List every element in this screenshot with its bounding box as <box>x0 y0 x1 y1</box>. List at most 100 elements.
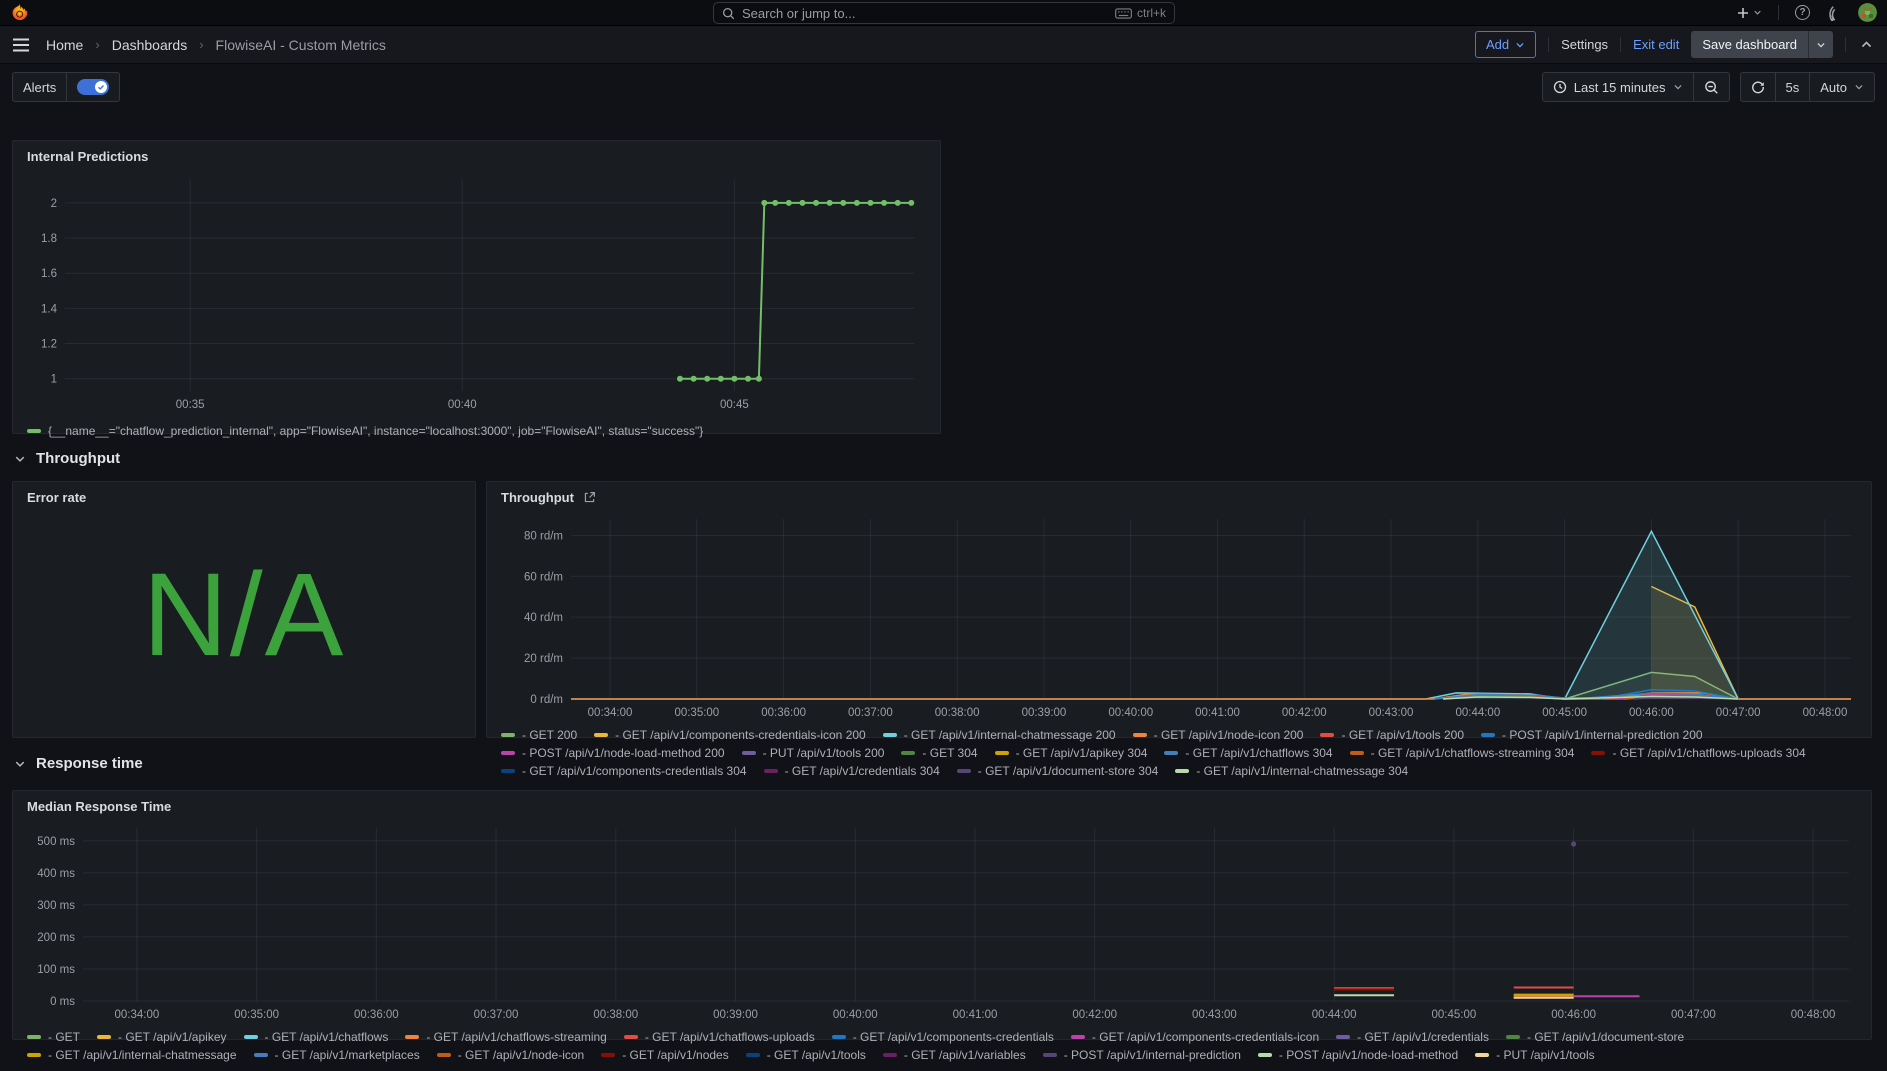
legend-item[interactable]: - GET /api/v1/tools <box>746 1048 866 1062</box>
svg-text:2: 2 <box>51 198 57 210</box>
legend-item[interactable]: - POST /api/v1/node-load-method 200 <box>501 746 725 760</box>
legend-label: - POST /api/v1/internal-prediction 200 <box>1502 728 1703 742</box>
legend-label: - GET /api/v1/chatflows-uploads 304 <box>1612 746 1805 760</box>
svg-text:00:41:00: 00:41:00 <box>1195 707 1240 719</box>
legend-label: - GET /api/v1/apikey 304 <box>1016 746 1148 760</box>
legend-label: - POST /api/v1/internal-prediction <box>1064 1048 1241 1062</box>
alerts-label: Alerts <box>13 73 66 101</box>
grafana-logo[interactable] <box>10 3 30 23</box>
legend-item[interactable]: - GET /api/v1/document-store 304 <box>957 764 1159 778</box>
chevron-down-icon <box>1673 82 1683 92</box>
legend-item[interactable]: - PUT /api/v1/tools <box>1475 1048 1594 1062</box>
svg-text:1.2: 1.2 <box>41 339 57 351</box>
legend-item[interactable]: - GET /api/v1/chatflows 304 <box>1164 746 1332 760</box>
avatar-image <box>1858 3 1877 22</box>
chevron-down-icon <box>14 453 26 465</box>
create-new-button[interactable] <box>1736 6 1762 20</box>
legend-item[interactable]: - GET /api/v1/nodes <box>601 1048 729 1062</box>
legend-item[interactable]: - GET 200 <box>501 728 577 742</box>
exit-edit-button[interactable]: Exit edit <box>1633 37 1679 52</box>
legend-swatch <box>1258 1053 1272 1057</box>
search-input[interactable]: Search or jump to... ctrl+k <box>713 2 1175 24</box>
section-throughput[interactable]: Throughput <box>14 450 120 467</box>
mega-menu-button[interactable] <box>12 38 30 52</box>
external-link-icon[interactable] <box>583 491 596 504</box>
legend-label: - GET /api/v1/document-store 304 <box>978 764 1159 778</box>
legend-item[interactable]: - PUT /api/v1/tools 200 <box>742 746 885 760</box>
zoom-out-button[interactable] <box>1693 73 1729 101</box>
legend-item[interactable]: - POST /api/v1/internal-prediction <box>1043 1048 1241 1062</box>
svg-text:500 ms: 500 ms <box>37 836 75 848</box>
svg-text:00:34:00: 00:34:00 <box>588 707 633 719</box>
refresh-button[interactable] <box>1741 73 1775 101</box>
settings-button[interactable]: Settings <box>1561 37 1608 52</box>
refresh-interval-label[interactable]: 5s <box>1775 73 1810 101</box>
search-shortcut: ctrl+k <box>1115 6 1166 20</box>
median-response-time-chart[interactable]: 0 ms100 ms200 ms300 ms400 ms500 ms00:34:… <box>19 816 1865 1027</box>
legend-label: - GET /api/v1/node-icon <box>458 1048 585 1062</box>
collapse-topbar-button[interactable] <box>1858 38 1875 51</box>
svg-text:00:47:00: 00:47:00 <box>1671 1009 1716 1021</box>
auto-refresh-dropdown[interactable]: Auto <box>1809 73 1874 101</box>
legend-item[interactable]: - GET /api/v1/node-icon 200 <box>1133 728 1304 742</box>
legend-label: - POST /api/v1/node-load-method <box>1279 1048 1458 1062</box>
legend-item[interactable]: - GET /api/v1/tools 200 <box>1320 728 1464 742</box>
legend-swatch <box>1133 733 1147 737</box>
panel-title-text: Internal Predictions <box>27 149 148 164</box>
svg-text:00:39:00: 00:39:00 <box>1022 707 1067 719</box>
breadcrumb-item-dashboards[interactable]: Dashboards <box>112 37 188 53</box>
svg-text:00:45:00: 00:45:00 <box>1432 1009 1477 1021</box>
legend-label: - GET /api/v1/components-credentials 304 <box>522 764 747 778</box>
time-range-group: Last 15 minutes <box>1542 72 1730 102</box>
chevron-right-icon: › <box>197 37 205 52</box>
throughput-chart[interactable]: 0 rd/m20 rd/m40 rd/m60 rd/m80 rd/m00:34:… <box>493 507 1865 725</box>
legend-item[interactable]: - GET /api/v1/marketplaces <box>254 1048 420 1062</box>
chevron-down-icon <box>1753 8 1762 17</box>
legend-item[interactable]: {__name__="chatflow_prediction_internal"… <box>27 424 703 438</box>
avatar[interactable] <box>1858 3 1877 22</box>
help-button[interactable]: ? <box>1795 5 1810 20</box>
alerts-toggle[interactable] <box>66 73 119 101</box>
news-button[interactable] <box>1826 5 1842 21</box>
legend-swatch <box>97 1035 111 1039</box>
legend-item[interactable]: - GET /api/v1/internal-chatmessage 304 <box>1175 764 1408 778</box>
legend-item[interactable]: - POST /api/v1/internal-prediction 200 <box>1481 728 1703 742</box>
save-dashboard-dropdown[interactable] <box>1808 31 1833 58</box>
legend-swatch <box>1071 1035 1085 1039</box>
svg-text:00:41:00: 00:41:00 <box>953 1009 998 1021</box>
legend-label: - GET /api/v1/credentials 304 <box>785 764 940 778</box>
legend-item[interactable]: - GET /api/v1/components-credentials-ico… <box>594 728 866 742</box>
legend-item[interactable]: - GET /api/v1/internal-chatmessage <box>27 1048 237 1062</box>
legend-label: - GET /api/v1/tools <box>767 1048 866 1062</box>
save-dashboard-button[interactable]: Save dashboard <box>1691 31 1833 58</box>
breadcrumb-item-home[interactable]: Home <box>46 37 83 53</box>
alerts-control: Alerts <box>12 72 120 102</box>
svg-text:00:45:00: 00:45:00 <box>1542 707 1587 719</box>
legend-item[interactable]: - GET /api/v1/variables <box>883 1048 1026 1062</box>
legend-item[interactable]: - GET /api/v1/credentials 304 <box>764 764 940 778</box>
legend-swatch <box>1506 1035 1520 1039</box>
add-button[interactable]: Add <box>1475 31 1536 58</box>
svg-text:00:35:00: 00:35:00 <box>234 1009 279 1021</box>
legend-item[interactable]: - GET /api/v1/components-credentials 304 <box>501 764 747 778</box>
toggle-pill[interactable] <box>77 79 109 95</box>
legend-label: - GET /api/v1/chatflows 304 <box>1185 746 1332 760</box>
legend-label: - GET 304 <box>922 746 977 760</box>
panel-title: Error rate <box>13 482 475 507</box>
legend-swatch <box>501 733 515 737</box>
toggle-knob <box>95 81 107 93</box>
legend-item[interactable]: - POST /api/v1/node-load-method <box>1258 1048 1458 1062</box>
legend-item[interactable]: - GET 304 <box>901 746 977 760</box>
section-response-time-label: Response time <box>36 755 143 772</box>
legend-swatch <box>1475 1053 1489 1057</box>
internal-predictions-chart[interactable]: 11.21.41.61.8200:3500:4000:45 <box>19 166 934 421</box>
section-response-time[interactable]: Response time <box>14 755 143 772</box>
legend-item[interactable]: - GET /api/v1/chatflows-uploads 304 <box>1591 746 1805 760</box>
legend-label: - PUT /api/v1/tools <box>1496 1048 1594 1062</box>
legend-item[interactable]: - GET /api/v1/apikey 304 <box>995 746 1148 760</box>
time-range-button[interactable]: Last 15 minutes <box>1543 73 1693 101</box>
legend-item[interactable]: - GET /api/v1/chatflows-streaming 304 <box>1350 746 1575 760</box>
legend-item[interactable]: - GET /api/v1/internal-chatmessage 200 <box>883 728 1116 742</box>
chevron-down-icon <box>1854 82 1864 92</box>
legend-item[interactable]: - GET /api/v1/node-icon <box>437 1048 585 1062</box>
